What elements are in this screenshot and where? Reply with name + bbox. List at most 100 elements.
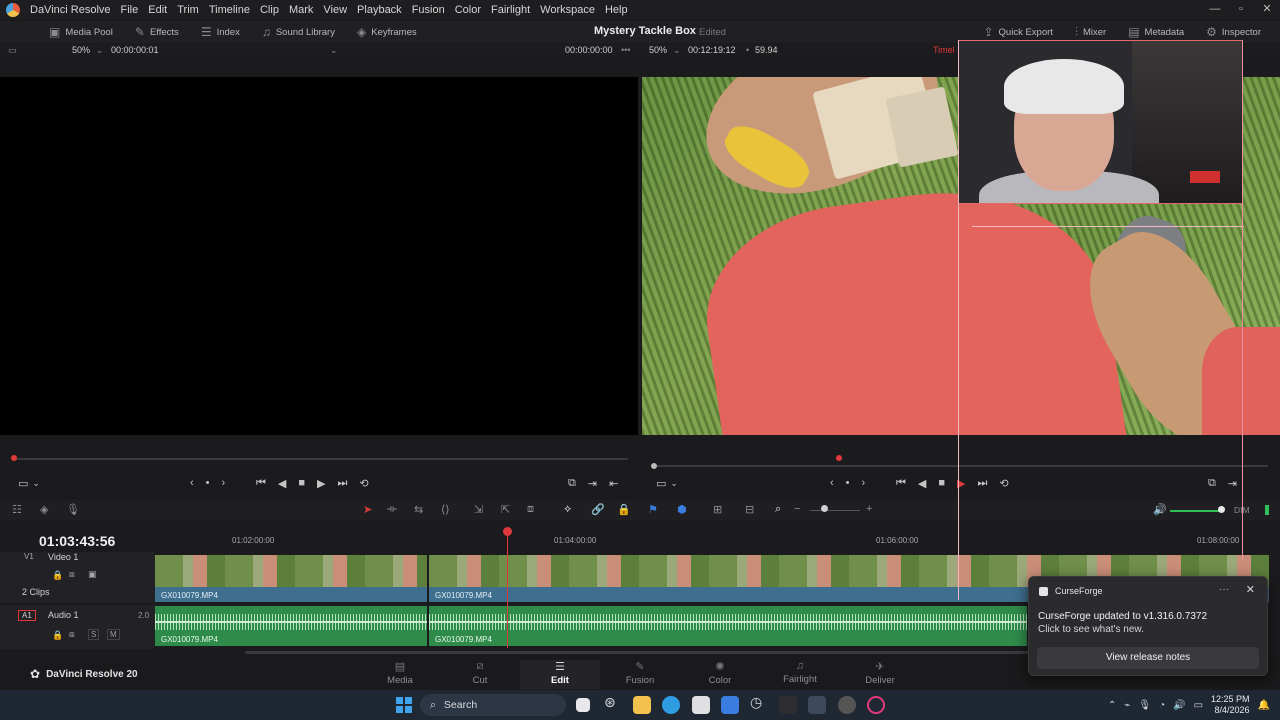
menu-trim[interactable]: Trim [172, 4, 204, 16]
flag-icon[interactable]: ⚑ [648, 503, 658, 516]
audio-auto-select-icon[interactable]: ⧈ [69, 629, 75, 640]
track-lock-icon[interactable]: 🔒 [52, 570, 63, 581]
zoom-out-icon[interactable]: − [794, 503, 800, 515]
zoom-chevron-icon[interactable]: ⌄ [673, 45, 681, 56]
record-match-frame-icon[interactable]: ⧉ [1208, 477, 1216, 490]
monitor-icon[interactable]: ▭ [18, 477, 28, 490]
menu-playback[interactable]: Playback [352, 4, 407, 16]
record-mark-icon[interactable]: ⇥ [1228, 477, 1237, 490]
timeline-name-label[interactable]: Timel [933, 45, 955, 55]
settings-taskbar-icon[interactable] [838, 696, 856, 714]
media-pool-button[interactable]: ▣ Media Pool [38, 21, 124, 43]
selection-tool-icon[interactable]: ➤ [363, 503, 372, 516]
play-reverse-icon[interactable]: ◀ [278, 477, 286, 490]
keyframes-button[interactable]: ◈ Keyframes [346, 21, 428, 43]
record-in-marker[interactable] [651, 463, 657, 469]
dynamic-trim-icon[interactable]: ⇆ [414, 503, 423, 516]
source-viewer[interactable] [0, 77, 638, 435]
menu-fusion[interactable]: Fusion [407, 4, 450, 16]
menu-timeline[interactable]: Timeline [204, 4, 255, 16]
record-jog[interactable]: ‹ • › [824, 474, 871, 492]
loop-icon[interactable]: ⟲ [359, 477, 368, 490]
windows-start-icon[interactable] [396, 697, 412, 713]
source-view-options[interactable]: ▭ ⌄ [12, 474, 46, 492]
task-view-icon[interactable] [576, 698, 590, 712]
position-lock-icon[interactable]: 🔒 [617, 503, 631, 516]
linked-selection-icon[interactable]: 🔗 [591, 503, 605, 516]
record-play-reverse-icon[interactable]: ◀ [918, 477, 926, 490]
network-icon[interactable]: ⌁ [1124, 700, 1130, 711]
more-options-icon[interactable]: ••• [621, 45, 630, 55]
timeline-horizontal-scrollbar[interactable] [245, 651, 1105, 654]
chevron-up-icon[interactable]: ⌃ [1108, 700, 1116, 711]
file-explorer-icon[interactable] [633, 696, 651, 714]
record-jog-right-icon[interactable]: › [862, 477, 866, 489]
more-options-icon[interactable]: ··· [1219, 584, 1229, 595]
solo-button[interactable]: S [88, 629, 100, 640]
menu-edit[interactable]: Edit [143, 4, 172, 16]
chatgpt-icon[interactable]: ⊛ [604, 694, 622, 712]
notification-close-icon[interactable]: ✕ [1246, 583, 1255, 596]
go-to-start-icon[interactable]: ⏮ [256, 477, 266, 490]
zoom-in-icon[interactable]: + [866, 503, 872, 515]
record-jog-left-icon[interactable]: ‹ [830, 477, 834, 489]
zoom-detail-icon[interactable]: ⊟ [745, 503, 754, 516]
play-icon[interactable]: ▶ [317, 477, 325, 490]
record-scrub-head[interactable] [836, 455, 842, 461]
taskbar-search[interactable]: ⌕ Search [420, 694, 566, 716]
jog-right-icon[interactable]: › [222, 477, 226, 489]
timeline-ruler[interactable]: 01:03:43:56 01:02:00:00 01:04:00:00 01:0… [0, 527, 1280, 551]
record-monitor-icon[interactable]: ▭ [656, 477, 666, 490]
effects-button[interactable]: ✎ Effects [124, 21, 190, 43]
zoom-slider[interactable] [810, 510, 860, 511]
record-view-options[interactable]: ▭ ⌄ [650, 474, 684, 492]
source-zoom[interactable]: 50% [72, 45, 90, 55]
page-tab-media[interactable]: ▤ Media [360, 660, 440, 686]
overwrite-clip-icon[interactable]: ⇱ [501, 503, 510, 516]
auto-select-icon[interactable]: ⧈ [69, 569, 75, 580]
microphone-icon[interactable]: 🎙 [1138, 700, 1151, 711]
mail-icon[interactable] [721, 696, 739, 714]
battery-icon[interactable]: ▭ [1194, 700, 1203, 711]
monitor-chevron-icon[interactable]: ⌄ [32, 478, 40, 489]
go-to-end-icon[interactable]: ⏭ [338, 477, 348, 490]
audio-meter-icon[interactable]: ◈ [40, 503, 48, 516]
page-tab-color[interactable]: ✺ Color [680, 660, 760, 686]
volume-slider[interactable] [1170, 510, 1222, 512]
zoom-custom-icon[interactable]: ⌕ [775, 503, 781, 516]
record-go-to-end-icon[interactable]: ⏭ [978, 477, 988, 490]
audio-clip[interactable]: GX010079.MP4 [429, 606, 1027, 646]
audio-track-id[interactable]: A1 [18, 610, 36, 621]
notification-bell-icon[interactable]: 🔔 [1258, 700, 1270, 711]
terminal-icon[interactable] [779, 696, 797, 714]
zoom-slider-handle[interactable] [821, 505, 828, 512]
voiceover-mic-icon[interactable]: 🎙 [66, 503, 80, 516]
store-icon[interactable] [692, 696, 710, 714]
playhead[interactable] [507, 528, 508, 648]
volume-icon[interactable]: 🔊 [1153, 503, 1167, 516]
menu-help[interactable]: Help [600, 4, 633, 16]
record-monitor-chevron-icon[interactable]: ⌄ [670, 478, 678, 489]
menu-view[interactable]: View [318, 4, 352, 16]
page-tab-fusion[interactable]: ✎ Fusion [600, 660, 680, 686]
menu-fairlight[interactable]: Fairlight [486, 4, 535, 16]
index-button[interactable]: ☰ Index [190, 21, 251, 43]
mark-out-icon[interactable]: ⇥ [588, 477, 597, 490]
marker-icon[interactable]: ⬢ [677, 503, 687, 516]
stop-icon[interactable]: ■ [298, 477, 305, 489]
page-tab-deliver[interactable]: ✈ Deliver [840, 660, 920, 686]
timeline-view-options-icon[interactable]: ☷ [12, 503, 22, 516]
source-scrub-head[interactable] [11, 455, 17, 461]
match-frame-icon[interactable]: ⧉ [568, 477, 576, 490]
jog-left-icon[interactable]: ‹ [190, 477, 194, 489]
close-icon[interactable]: ✕ [1254, 0, 1280, 19]
chevron-down-icon[interactable]: ⌄ [96, 45, 104, 56]
menu-mark[interactable]: Mark [284, 4, 318, 16]
menu-clip[interactable]: Clip [255, 4, 284, 16]
davinci-taskbar-icon[interactable] [808, 696, 826, 714]
snapping-icon[interactable]: ⟡ [564, 503, 571, 516]
zoom-full-icon[interactable]: ⊞ [713, 503, 722, 516]
blade-tool-icon[interactable]: ⟨⟩ [441, 503, 450, 516]
speaker-icon[interactable]: 🔊 [1173, 700, 1185, 711]
maximize-icon[interactable]: ▫ [1228, 0, 1254, 19]
